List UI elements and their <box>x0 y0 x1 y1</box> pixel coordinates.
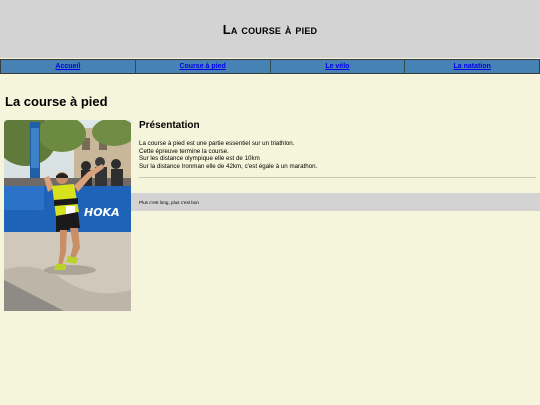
footer-text: Plus c'est long, plus c'est bon <box>139 199 199 205</box>
section-text-line: Sur la distance Ironman elle de 42km, c'… <box>139 162 318 170</box>
nav-link-le-velo[interactable]: Le vélo <box>271 60 406 73</box>
site-header: La course à pied <box>0 0 540 58</box>
section-text: La course à pied est une partie essentie… <box>139 140 529 170</box>
footer: Plus c'est long, plus c'est bon <box>131 193 540 211</box>
main-nav: Accueil Course à pied Le vélo La natatio… <box>0 59 540 74</box>
photo-banner-text: HOKA <box>84 206 120 219</box>
nav-link-course-a-pied[interactable]: Course à pied <box>136 60 271 73</box>
runner-photo-illustration: HOKA <box>4 120 131 311</box>
nav-link-accueil[interactable]: Accueil <box>1 60 136 73</box>
section-title: Présentation <box>139 120 200 131</box>
nav-link-la-natation[interactable]: La natation <box>405 60 539 73</box>
page-title: La course à pied <box>5 94 108 109</box>
section-text-line: Cette épreuve termine la course. <box>139 147 229 155</box>
runner-photo: HOKA <box>4 120 131 311</box>
site-title: La course à pied <box>222 21 318 37</box>
section-divider <box>139 177 536 178</box>
section-text-line: Sur les distance olympique elle est de 1… <box>139 155 260 163</box>
section-text-line: La course à pied est une partie essentie… <box>139 140 295 147</box>
